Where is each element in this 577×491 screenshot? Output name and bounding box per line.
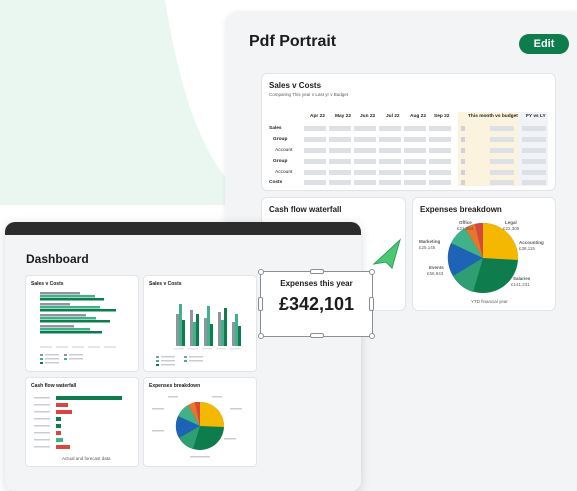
horizontal-bar-chart [40,292,116,364]
vertical-bar-chart [156,304,241,366]
pie-value-legal: £22,305 [503,226,520,231]
resize-handle-corner[interactable] [258,333,264,339]
pdf-cashflow-title: Cash flow waterfall [269,205,342,214]
pie-value-events: £56,943 [427,271,444,276]
pie-footer: YTD financial year [471,299,508,304]
dash-sales-card-2: Sales v Costs [143,275,257,372]
callout-value: £342,101 [278,294,355,314]
resize-handle-bottom[interactable] [310,333,324,338]
edit-button[interactable]: Edit [519,34,569,54]
sales-table-card: Sales v Costs Comparing This year v Last… [261,73,556,191]
cursor-arrow-icon [372,238,401,269]
pie-label-office: Office [459,220,472,225]
resize-handle-corner[interactable] [258,269,264,275]
pie-value-office: £21,053 [457,226,474,231]
dash-expenses-card: Expenses breakdown [143,377,257,467]
dash-expenses-pie-chart [152,396,242,458]
pie-value-accounting: £38,115 [519,246,535,251]
dash-cashflow-footer: Actual and forecast data [62,456,111,461]
pdf-title: Pdf Portrait [249,33,337,50]
pie-label-events: Events [429,265,444,270]
expenses-pie-chart [447,222,519,293]
sales-table-grid [304,126,546,185]
dash-sales-card-1: Sales v Costs [25,275,139,372]
pie-label-legal: Legal [505,220,517,225]
pdf-expenses-card: Expenses breakdown Office £21,053 Legal … [412,197,556,311]
resize-handle-corner[interactable] [369,333,375,339]
resize-handle-right[interactable] [369,297,374,311]
resize-handle-corner[interactable] [369,269,375,275]
pie-value-salaries: £141,231 [511,282,530,287]
waterfall-chart [34,396,122,449]
dashboard-title: Dashboard [26,252,89,266]
dashboard-window: Dashboard Sales v Costs Sales v Costs Ca… [5,222,361,491]
expenses-callout[interactable]: Expenses this year £342,101 [258,269,375,339]
pie-label-accounting: Accounting [519,240,544,245]
callout-label: Expenses this year [280,279,353,288]
resize-handle-left[interactable] [258,297,263,311]
resize-handle-top[interactable] [310,269,324,274]
window-title-bar [5,222,361,235]
pie-label-marketing: Marketing [419,239,441,244]
dash-cashflow-card: Cash flow waterfall Actual and forecast … [25,377,139,467]
pie-value-marketing: £25,145 [419,245,436,250]
pie-label-salaries: Salaries [513,276,531,281]
